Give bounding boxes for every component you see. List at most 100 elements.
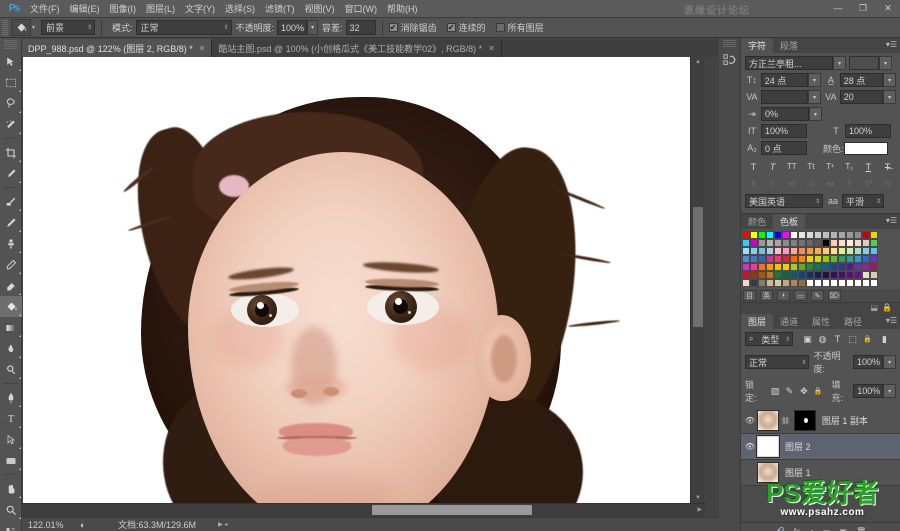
- new-adjustment-layer-button[interactable]: ▭: [823, 527, 831, 531]
- paint-bucket-tool[interactable]: [0, 296, 22, 317]
- paint-bucket-icon[interactable]: [11, 19, 31, 36]
- menu-help[interactable]: 帮助(H): [382, 0, 423, 18]
- swatch-cell[interactable]: [782, 239, 790, 247]
- swatch-grid[interactable]: [741, 229, 900, 289]
- swatch-cell[interactable]: [830, 263, 838, 271]
- antialias-select[interactable]: 平滑 ⇕: [842, 194, 884, 208]
- swatch-cell[interactable]: [782, 255, 790, 263]
- delete-swatch-button[interactable]: ⌦: [828, 290, 841, 301]
- swatch-cell[interactable]: [774, 247, 782, 255]
- menu-layer[interactable]: 图层(L): [141, 0, 180, 18]
- swatch-cell[interactable]: [822, 263, 830, 271]
- swatch-cell[interactable]: [870, 239, 878, 247]
- panel-menu-icon[interactable]: ▾☰: [886, 316, 897, 325]
- swatch-cell[interactable]: [806, 231, 814, 239]
- swatch-cell[interactable]: [838, 263, 846, 271]
- swatch-moon-button[interactable]: ◗: [777, 290, 790, 301]
- swatch-cell[interactable]: [822, 239, 830, 247]
- text-color-swatch[interactable]: [843, 141, 888, 155]
- language-select[interactable]: 美国英语 ⇕: [745, 194, 823, 208]
- swatch-cell[interactable]: [766, 255, 774, 263]
- swatch-cell[interactable]: [830, 271, 838, 279]
- dodge-tool[interactable]: [0, 359, 22, 380]
- swatch-cell[interactable]: [806, 255, 814, 263]
- swatch-cell[interactable]: [758, 271, 766, 279]
- swatch-lang-button[interactable]: 英: [760, 290, 773, 301]
- link-layers-button[interactable]: 🔗: [775, 527, 785, 531]
- layer-blend-mode-select[interactable]: 正常 ⇕: [745, 355, 810, 369]
- tab-paths[interactable]: 路径: [837, 314, 869, 329]
- kerning-chevron-icon[interactable]: ▾: [808, 90, 821, 104]
- swatch-cell[interactable]: [790, 239, 798, 247]
- magic-wand-tool[interactable]: [0, 114, 22, 135]
- layer-filter-select[interactable]: ⌕ 类型 ⇕: [745, 332, 793, 346]
- swatch-cell[interactable]: [814, 255, 822, 263]
- font-family-select[interactable]: 方正兰亭粗...: [745, 56, 833, 70]
- menu-image[interactable]: 图像(I): [105, 0, 142, 18]
- panel-menu-icon[interactable]: ▾☰: [886, 40, 897, 49]
- status-menu-icon[interactable]: ▶ ◂: [218, 521, 227, 528]
- swatch-cell[interactable]: [814, 239, 822, 247]
- menu-file[interactable]: 文件(F): [25, 0, 65, 18]
- vertical-scale-input[interactable]: 100%: [761, 124, 807, 138]
- layer-thumbnail[interactable]: [756, 435, 780, 458]
- swatch-cell[interactable]: [862, 255, 870, 263]
- swatch-cell[interactable]: [870, 255, 878, 263]
- swatch-cell[interactable]: [862, 263, 870, 271]
- swatch-cell[interactable]: [750, 263, 758, 271]
- layer-fill-input[interactable]: 100%: [853, 384, 884, 398]
- swatch-cell[interactable]: [790, 279, 798, 287]
- canvas-horizontal-scrollbar[interactable]: ▶: [22, 503, 705, 517]
- swatch-cell[interactable]: [814, 231, 822, 239]
- swatch-cell[interactable]: [862, 231, 870, 239]
- swatch-cell[interactable]: [766, 239, 774, 247]
- healing-brush-tool[interactable]: [0, 191, 22, 212]
- layer-fill-chevron-icon[interactable]: ▾: [883, 384, 896, 398]
- percent-chevron-icon[interactable]: ▾: [809, 107, 822, 121]
- italic-button[interactable]: T: [765, 160, 780, 173]
- swatch-rect-button[interactable]: ▭: [794, 290, 807, 301]
- swatch-cell[interactable]: [846, 247, 854, 255]
- swatch-cell[interactable]: [798, 255, 806, 263]
- eyedropper-tool[interactable]: [0, 163, 22, 184]
- swatch-cell[interactable]: [806, 239, 814, 247]
- zoom-level[interactable]: 122.01%: [22, 520, 80, 530]
- marquee-tool[interactable]: [0, 72, 22, 93]
- fill-source-select[interactable]: 前景 ⇕: [41, 20, 96, 35]
- swatch-cell[interactable]: [822, 231, 830, 239]
- leading-input[interactable]: 28 点: [839, 73, 884, 87]
- swatch-cell[interactable]: [830, 231, 838, 239]
- antialias-checkbox[interactable]: ✔ 消除锯齿: [388, 21, 437, 34]
- ordinals-button[interactable]: 1ˢᵗ: [861, 177, 876, 190]
- layer-opacity-input[interactable]: 100%: [852, 355, 884, 369]
- menu-view[interactable]: 视图(V): [300, 0, 340, 18]
- menu-window[interactable]: 窗口(W): [340, 0, 383, 18]
- opacity-input[interactable]: 100%: [277, 20, 308, 35]
- crop-tool[interactable]: [0, 142, 22, 163]
- swatch-cell[interactable]: [766, 263, 774, 271]
- swatch-cell[interactable]: [830, 239, 838, 247]
- swatch-cell[interactable]: [854, 279, 862, 287]
- rectangle-tool[interactable]: [0, 450, 22, 471]
- filter-shape-icon[interactable]: ⬚: [845, 333, 860, 346]
- layer-visibility-icon[interactable]: 👁: [743, 442, 757, 451]
- delete-layer-button[interactable]: 🗑: [856, 527, 866, 531]
- filter-toggle-icon[interactable]: ▮: [877, 333, 892, 346]
- new-swatch-button[interactable]: ✎: [811, 290, 824, 301]
- swatch-cell[interactable]: [870, 271, 878, 279]
- close-icon[interactable]: ✕: [199, 44, 206, 53]
- kerning-input[interactable]: [760, 90, 809, 104]
- move-tool[interactable]: [0, 51, 22, 72]
- font-size-chevron-icon[interactable]: ▾: [808, 73, 821, 87]
- swatch-cell[interactable]: [798, 231, 806, 239]
- swatch-cell[interactable]: [742, 231, 750, 239]
- fractions-button[interactable]: ½: [880, 177, 895, 190]
- contextual-alternates-button[interactable]: ℰ: [765, 177, 780, 190]
- subscript-button[interactable]: T₁: [842, 160, 857, 173]
- tab-channels[interactable]: 通道: [773, 314, 805, 329]
- filter-adjustment-icon[interactable]: ◍: [815, 333, 830, 346]
- swatch-cell[interactable]: [758, 279, 766, 287]
- tab-character[interactable]: 字符: [741, 38, 774, 53]
- swatch-cell[interactable]: [758, 247, 766, 255]
- tracking-input[interactable]: 20: [839, 90, 884, 104]
